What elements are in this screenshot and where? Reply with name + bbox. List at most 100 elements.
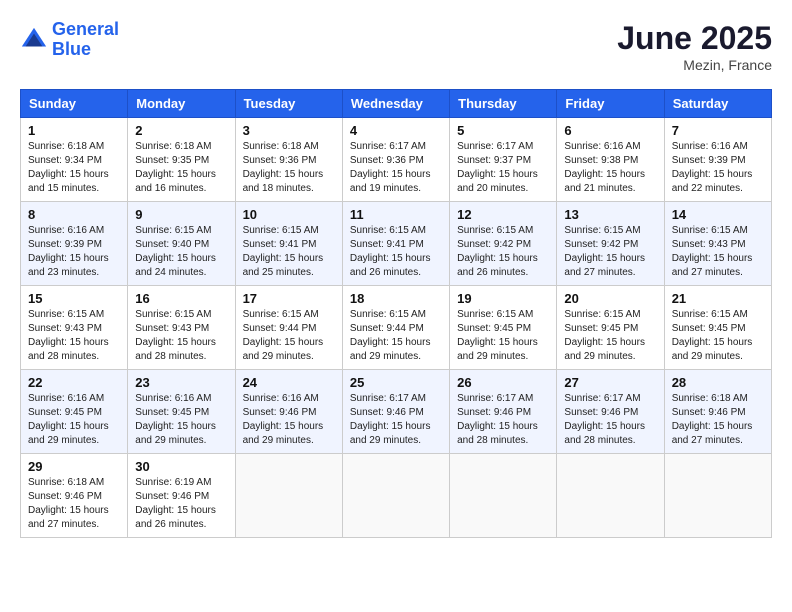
day-number-13: 13 [564,207,656,222]
day-cell-15: 15 Sunrise: 6:15 AM Sunset: 9:43 PM Dayli… [21,286,128,370]
day-number-14: 14 [672,207,764,222]
day-info-28: Sunrise: 6:18 AM Sunset: 9:46 PM Dayligh… [672,392,764,448]
location-label: Mezin, France [617,57,772,73]
day-info-2: Sunrise: 6:18 AM Sunset: 9:35 PM Dayligh… [135,140,227,196]
day-info-1: Sunrise: 6:18 AM Sunset: 9:34 PM Dayligh… [28,140,120,196]
logo-general: General [52,19,119,39]
day-info-30: Sunrise: 6:19 AM Sunset: 9:46 PM Dayligh… [135,476,227,532]
day-cell-21: 21 Sunrise: 6:15 AM Sunset: 9:45 PM Dayli… [664,286,771,370]
day-info-9: Sunrise: 6:15 AM Sunset: 9:40 PM Dayligh… [135,224,227,280]
day-number-30: 30 [135,459,227,474]
day-info-26: Sunrise: 6:17 AM Sunset: 9:46 PM Dayligh… [457,392,549,448]
day-cell-27: 27 Sunrise: 6:17 AM Sunset: 9:46 PM Dayli… [557,370,664,454]
day-number-28: 28 [672,375,764,390]
day-info-17: Sunrise: 6:15 AM Sunset: 9:44 PM Dayligh… [243,308,335,364]
day-number-26: 26 [457,375,549,390]
day-number-15: 15 [28,291,120,306]
day-info-18: Sunrise: 6:15 AM Sunset: 9:44 PM Dayligh… [350,308,442,364]
day-number-17: 17 [243,291,335,306]
day-cell-25: 25 Sunrise: 6:17 AM Sunset: 9:46 PM Dayli… [342,370,449,454]
day-cell-20: 20Sunrise: 6:15 AM Sunset: 9:45 PM Dayli… [557,286,664,370]
day-info-21: Sunrise: 6:15 AM Sunset: 9:45 PM Dayligh… [672,308,764,364]
day-cell-5: 5Sunrise: 6:17 AM Sunset: 9:37 PM Daylig… [450,118,557,202]
day-number-10: 10 [243,207,335,222]
day-number-22: 22 [28,375,120,390]
col-friday: Friday [557,90,664,118]
logo-text: General Blue [52,20,119,60]
day-info-10: Sunrise: 6:15 AM Sunset: 9:41 PM Dayligh… [243,224,335,280]
day-cell-3: 3 Sunrise: 6:18 AM Sunset: 9:36 PM Daylig… [235,118,342,202]
day-info-23: Sunrise: 6:16 AM Sunset: 9:45 PM Dayligh… [135,392,227,448]
day-info-8: Sunrise: 6:16 AM Sunset: 9:39 PM Dayligh… [28,224,120,280]
day-info-15: Sunrise: 6:15 AM Sunset: 9:43 PM Dayligh… [28,308,120,364]
logo: General Blue [20,20,119,60]
day-number-12: 12 [457,207,549,222]
day-info-27: Sunrise: 6:17 AM Sunset: 9:46 PM Dayligh… [564,392,656,448]
day-cell-4: 4 Sunrise: 6:17 AM Sunset: 9:36 PM Daylig… [342,118,449,202]
day-number-7: 7 [672,123,764,138]
day-number-23: 23 [135,375,227,390]
day-info-19: Sunrise: 6:15 AM Sunset: 9:45 PM Dayligh… [457,308,549,364]
day-cell-6: 6 Sunrise: 6:16 AM Sunset: 9:38 PM Daylig… [557,118,664,202]
day-number-29: 29 [28,459,120,474]
day-number-5: 5 [457,123,549,138]
col-sunday: Sunday [21,90,128,118]
day-info-13: Sunrise: 6:15 AM Sunset: 9:42 PM Dayligh… [564,224,656,280]
day-number-24: 24 [243,375,335,390]
calendar-week-5: 29Sunrise: 6:18 AM Sunset: 9:46 PM Dayli… [21,454,772,538]
month-year-title: June 2025 [617,20,772,57]
day-cell-22: 22 Sunrise: 6:16 AM Sunset: 9:45 PM Dayli… [21,370,128,454]
day-cell-17: 17 Sunrise: 6:15 AM Sunset: 9:44 PM Dayli… [235,286,342,370]
day-info-11: Sunrise: 6:15 AM Sunset: 9:41 PM Dayligh… [350,224,442,280]
day-info-4: Sunrise: 6:17 AM Sunset: 9:36 PM Dayligh… [350,140,442,196]
day-info-24: Sunrise: 6:16 AM Sunset: 9:46 PM Dayligh… [243,392,335,448]
calendar-header-row: Sunday Monday Tuesday Wednesday Thursday… [21,90,772,118]
day-cell-28: 28 Sunrise: 6:18 AM Sunset: 9:46 PM Dayli… [664,370,771,454]
day-cell-7: 7Sunrise: 6:16 AM Sunset: 9:39 PM Daylig… [664,118,771,202]
empty-cell [557,454,664,538]
day-cell-10: 10 Sunrise: 6:15 AM Sunset: 9:41 PM Dayli… [235,202,342,286]
day-cell-18: 18 Sunrise: 6:15 AM Sunset: 9:44 PM Dayli… [342,286,449,370]
day-number-21: 21 [672,291,764,306]
calendar-week-2: 8Sunrise: 6:16 AM Sunset: 9:39 PM Daylig… [21,202,772,286]
day-number-25: 25 [350,375,442,390]
day-info-3: Sunrise: 6:18 AM Sunset: 9:36 PM Dayligh… [243,140,335,196]
col-thursday: Thursday [450,90,557,118]
page-header: General Blue June 2025 Mezin, France [20,20,772,73]
day-info-25: Sunrise: 6:17 AM Sunset: 9:46 PM Dayligh… [350,392,442,448]
day-cell-1: 1 Sunrise: 6:18 AM Sunset: 9:34 PM Daylig… [21,118,128,202]
title-block: June 2025 Mezin, France [617,20,772,73]
day-number-19: 19 [457,291,549,306]
day-cell-16: 16 Sunrise: 6:15 AM Sunset: 9:43 PM Dayli… [128,286,235,370]
empty-cell [235,454,342,538]
calendar-table: Sunday Monday Tuesday Wednesday Thursday… [20,89,772,538]
day-cell-30: 30 Sunrise: 6:19 AM Sunset: 9:46 PM Dayli… [128,454,235,538]
day-info-12: Sunrise: 6:15 AM Sunset: 9:42 PM Dayligh… [457,224,549,280]
col-monday: Monday [128,90,235,118]
empty-cell [664,454,771,538]
empty-cell [342,454,449,538]
day-cell-26: 26 Sunrise: 6:17 AM Sunset: 9:46 PM Dayli… [450,370,557,454]
calendar-week-3: 15 Sunrise: 6:15 AM Sunset: 9:43 PM Dayli… [21,286,772,370]
day-info-22: Sunrise: 6:16 AM Sunset: 9:45 PM Dayligh… [28,392,120,448]
day-info-14: Sunrise: 6:15 AM Sunset: 9:43 PM Dayligh… [672,224,764,280]
day-number-1: 1 [28,123,120,138]
day-cell-19: 19 Sunrise: 6:15 AM Sunset: 9:45 PM Dayli… [450,286,557,370]
day-number-18: 18 [350,291,442,306]
day-cell-11: 11 Sunrise: 6:15 AM Sunset: 9:41 PM Dayli… [342,202,449,286]
day-number-3: 3 [243,123,335,138]
day-number-16: 16 [135,291,227,306]
calendar-week-1: 1 Sunrise: 6:18 AM Sunset: 9:34 PM Daylig… [21,118,772,202]
day-number-4: 4 [350,123,442,138]
day-cell-8: 8Sunrise: 6:16 AM Sunset: 9:39 PM Daylig… [21,202,128,286]
day-number-6: 6 [564,123,656,138]
day-cell-9: 9Sunrise: 6:15 AM Sunset: 9:40 PM Daylig… [128,202,235,286]
day-cell-29: 29Sunrise: 6:18 AM Sunset: 9:46 PM Dayli… [21,454,128,538]
col-wednesday: Wednesday [342,90,449,118]
day-info-16: Sunrise: 6:15 AM Sunset: 9:43 PM Dayligh… [135,308,227,364]
day-number-27: 27 [564,375,656,390]
logo-icon [20,26,48,54]
day-info-6: Sunrise: 6:16 AM Sunset: 9:38 PM Dayligh… [564,140,656,196]
day-number-11: 11 [350,207,442,222]
col-tuesday: Tuesday [235,90,342,118]
